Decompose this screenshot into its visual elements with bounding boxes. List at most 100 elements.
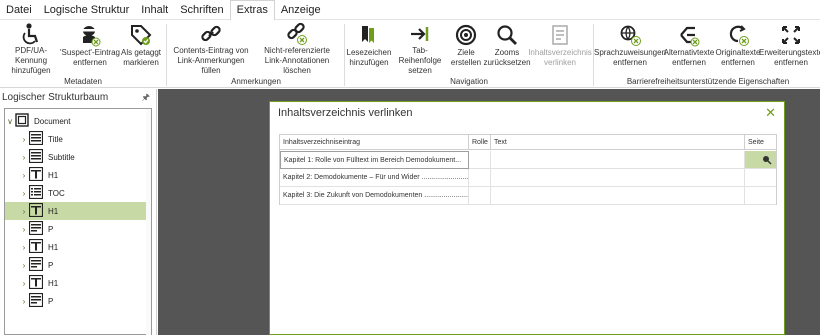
- table-row-entry[interactable]: Kapitel 3: Die Zukunft von Demodokumente…: [280, 187, 469, 205]
- paragraph-tag-icon: [28, 220, 44, 237]
- menu-schriften[interactable]: Schriften: [174, 0, 229, 19]
- tree-node-label: Document: [34, 116, 71, 126]
- chevron-right-icon[interactable]: ›: [19, 243, 29, 252]
- tree-node-document[interactable]: ∨ Document: [5, 112, 151, 130]
- remove-alt-text-label: Alternativtexte entfernen: [663, 48, 715, 67]
- chevron-right-icon[interactable]: ›: [19, 279, 29, 288]
- tree-node[interactable]: › TOC: [5, 184, 151, 202]
- table-row-entry[interactable]: Kapitel 1: Rolle von Fülltext im Bereich…: [280, 151, 469, 169]
- tag-icon: [129, 22, 153, 48]
- toc-icon: [548, 22, 572, 48]
- table-row-entry[interactable]: Kapitel 2: Demodokumente – Für und Wider…: [280, 169, 469, 187]
- group-label-anmerkungen: Anmerkungen: [231, 77, 281, 86]
- structure-tag-icon: [28, 130, 44, 147]
- menu-extras[interactable]: Extras: [229, 0, 275, 21]
- chevron-right-icon[interactable]: ›: [19, 171, 29, 180]
- chevron-right-icon[interactable]: ›: [19, 135, 29, 144]
- chevron-right-icon[interactable]: ›: [19, 261, 29, 270]
- document-view-edge: [788, 101, 820, 335]
- menu-bar: Datei Logische Struktur Inhalt Schriften…: [0, 0, 820, 21]
- chevron-right-icon[interactable]: ›: [19, 297, 29, 306]
- tree-node-label: P: [48, 296, 54, 306]
- pdfua-button[interactable]: PDF/UA-Kennung hinzufügen: [2, 22, 60, 75]
- toc-link-button[interactable]: Inhaltsverzeichnis verlinken: [528, 22, 592, 74]
- tree-node[interactable]: › P: [5, 256, 151, 274]
- tree-node-selected[interactable]: › H1: [5, 202, 151, 220]
- table-row-role[interactable]: [469, 187, 491, 205]
- close-icon[interactable]: ✕: [765, 105, 776, 121]
- link-delete-icon: [285, 22, 309, 46]
- remove-original-text-label: Originaltexte entfernen: [715, 48, 761, 67]
- accessibility-icon: [20, 22, 42, 46]
- column-header-role[interactable]: Rolle: [469, 135, 491, 150]
- tree-node[interactable]: › Subtitle: [5, 148, 151, 166]
- reset-zooms-label: Zooms zurücksetzen: [483, 48, 531, 67]
- expand-chevron-icon[interactable]: ∨: [5, 117, 15, 126]
- structure-tag-icon: [28, 148, 44, 165]
- table-row-role[interactable]: [469, 151, 491, 169]
- toc-link-dialog: Inhaltsverzeichnis verlinken ✕ Inhaltsve…: [269, 101, 785, 335]
- remove-language-button[interactable]: Sprachzuweisungen entfernen: [593, 22, 667, 74]
- tab-order-button[interactable]: Tab-Reihenfolge setzen: [392, 22, 448, 75]
- paragraph-tag-icon: [28, 256, 44, 273]
- remove-expansion-text-label: Erweiterungstexte entfernen: [758, 48, 820, 67]
- chevron-right-icon[interactable]: ›: [19, 153, 29, 162]
- heading-tag-icon: [28, 274, 44, 291]
- tab-order-label: Tab-Reihenfolge setzen: [398, 46, 442, 75]
- column-header-entry[interactable]: Inhaltsverzeichniseintrag: [280, 135, 469, 150]
- structure-tree-panel: Logischer Strukturbaum 🖈 ∨ Document › Ti…: [0, 89, 157, 335]
- table-row-page[interactable]: [745, 169, 776, 187]
- menu-inhalt[interactable]: Inhalt: [135, 0, 174, 19]
- remove-alt-text-button[interactable]: Alternativtexte entfernen: [664, 22, 714, 74]
- add-bookmark-label: Lesezeichen hinzufügen: [346, 48, 392, 67]
- heading-tag-icon: [28, 166, 44, 183]
- menu-logische-struktur[interactable]: Logische Struktur: [38, 0, 136, 19]
- mark-tagged-button[interactable]: Als getaggt markieren: [120, 22, 162, 74]
- remove-expansion-text-button[interactable]: Erweiterungstexte entfernen: [758, 22, 820, 74]
- group-label-navigation: Navigation: [450, 77, 488, 86]
- table-row-page[interactable]: [745, 187, 776, 205]
- tree-node[interactable]: › P: [5, 220, 151, 238]
- chevron-right-icon[interactable]: ›: [19, 225, 29, 234]
- link-contents-button[interactable]: Contents-Eintrag von Link-Anmerkungen fü…: [170, 22, 252, 75]
- chevron-right-icon[interactable]: ›: [19, 189, 29, 198]
- tree-node[interactable]: › Title: [5, 130, 151, 148]
- structure-tree[interactable]: ∨ Document › Title › Subtitle › H1 › TOC…: [4, 108, 152, 335]
- remove-original-text-button[interactable]: Originaltexte entfernen: [714, 22, 762, 74]
- tree-node[interactable]: › H1: [5, 166, 151, 184]
- tree-node-label: Subtitle: [48, 152, 75, 162]
- panel-title: Logischer Strukturbaum 🖈: [0, 89, 156, 106]
- language-icon: [618, 22, 642, 48]
- remove-language-label: Sprachzuweisungen entfernen: [593, 48, 667, 67]
- tree-node-label: H1: [48, 242, 59, 252]
- target-pick-icon[interactable]: [762, 155, 772, 165]
- suspect-remove-button[interactable]: 'Suspect'-Eintrag entfernen: [60, 22, 120, 74]
- link-delete-button[interactable]: Nicht-referenzierte Link-Annotationen lö…: [254, 22, 340, 75]
- add-bookmark-button[interactable]: Lesezeichen hinzufügen: [346, 22, 392, 74]
- create-targets-button[interactable]: Ziele erstellen: [448, 22, 484, 74]
- table-row-page[interactable]: [745, 151, 776, 169]
- table-row-text[interactable]: [491, 151, 745, 169]
- column-header-page[interactable]: Seite: [745, 135, 776, 150]
- suspect-remove-label: 'Suspect'-Eintrag entfernen: [60, 48, 120, 67]
- table-row-role[interactable]: [469, 169, 491, 187]
- column-header-text[interactable]: Text: [491, 135, 745, 150]
- tree-node-label: H1: [48, 206, 59, 216]
- menu-anzeige[interactable]: Anzeige: [275, 0, 327, 19]
- tree-node[interactable]: › P: [5, 292, 151, 310]
- create-targets-label: Ziele erstellen: [450, 48, 482, 67]
- menu-datei[interactable]: Datei: [0, 0, 38, 19]
- dialog-title: Inhaltsverzeichnis verlinken: [278, 107, 413, 119]
- tree-node[interactable]: › H1: [5, 274, 151, 292]
- table-row-text[interactable]: [491, 169, 745, 187]
- tree-scrollbar[interactable]: [146, 109, 151, 335]
- tree-node-label: P: [48, 260, 54, 270]
- chevron-right-icon[interactable]: ›: [19, 207, 29, 216]
- target-icon: [454, 22, 478, 48]
- pin-icon[interactable]: 🖈: [142, 89, 150, 106]
- table-row-text[interactable]: [491, 187, 745, 205]
- tree-node[interactable]: › H1: [5, 238, 151, 256]
- tree-node-label: TOC: [48, 188, 65, 198]
- reset-zooms-button[interactable]: Zooms zurücksetzen: [483, 22, 531, 74]
- group-label-barrierefreiheit: Barrierefreiheitsunterstützende Eigensch…: [626, 77, 790, 86]
